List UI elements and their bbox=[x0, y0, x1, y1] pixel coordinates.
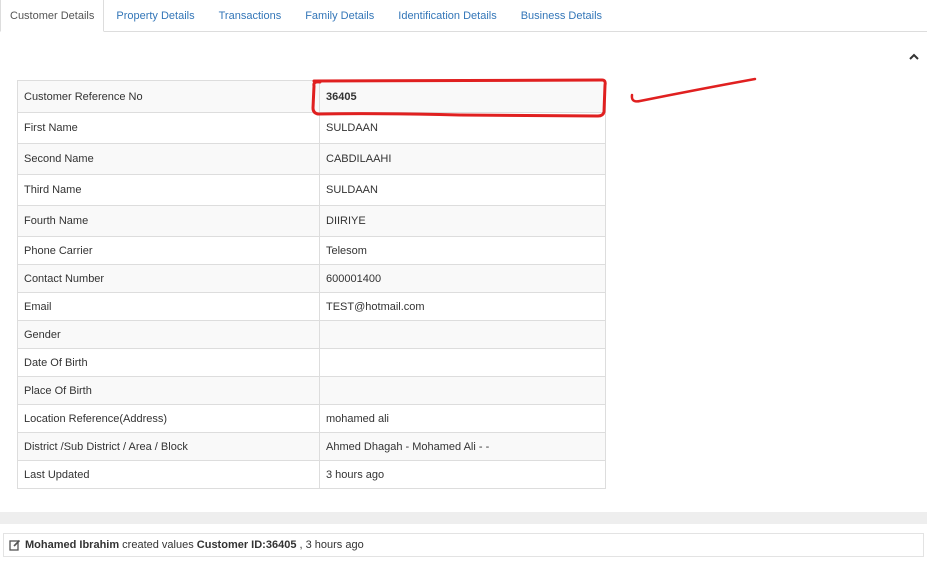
tab-business-details[interactable]: Business Details bbox=[509, 0, 614, 32]
table-row: Third Name SULDAAN bbox=[17, 174, 606, 206]
annotation-check-mark bbox=[630, 77, 757, 103]
tab-bar: Customer Details Property Details Transa… bbox=[0, 0, 927, 32]
table-row: Place Of Birth bbox=[17, 376, 606, 405]
field-label: District /Sub District / Area / Block bbox=[17, 432, 320, 461]
log-target: Customer ID:36405 bbox=[196, 539, 297, 551]
field-value: Telesom bbox=[319, 236, 606, 265]
edit-icon bbox=[9, 539, 21, 551]
chevron-up-icon[interactable] bbox=[907, 50, 921, 64]
field-value: SULDAAN bbox=[319, 174, 606, 206]
table-row: Customer Reference No 36405 bbox=[17, 80, 606, 113]
field-value bbox=[319, 348, 606, 377]
field-label: Gender bbox=[17, 320, 320, 349]
field-label: Location Reference(Address) bbox=[17, 404, 320, 433]
field-label: First Name bbox=[17, 112, 320, 144]
log-action: created values bbox=[119, 539, 197, 551]
table-row: District /Sub District / Area / Block Ah… bbox=[17, 432, 606, 461]
field-label: Date Of Birth bbox=[17, 348, 320, 377]
log-user: Mohamed Ibrahim bbox=[25, 539, 120, 551]
table-row: Phone Carrier Telesom bbox=[17, 236, 606, 265]
table-row: Fourth Name DIIRIYE bbox=[17, 205, 606, 237]
field-label: Phone Carrier bbox=[17, 236, 320, 265]
field-label: Email bbox=[17, 292, 320, 321]
field-label: Last Updated bbox=[17, 460, 320, 489]
field-value: CABDILAAHI bbox=[319, 143, 606, 175]
customer-details-table: Customer Reference No 36405 First Name S… bbox=[17, 80, 606, 489]
field-value bbox=[319, 376, 606, 405]
field-label: Fourth Name bbox=[17, 205, 320, 237]
table-row: Email TEST@hotmail.com bbox=[17, 292, 606, 321]
log-time: , 3 hours ago bbox=[296, 539, 364, 551]
tab-family-details[interactable]: Family Details bbox=[293, 0, 386, 32]
tab-identification-details[interactable]: Identification Details bbox=[386, 0, 508, 32]
table-row: Location Reference(Address) mohamed ali bbox=[17, 404, 606, 433]
activity-log-entry: Mohamed Ibrahim created values Customer … bbox=[3, 533, 924, 557]
tab-customer-details[interactable]: Customer Details bbox=[0, 0, 105, 32]
customer-reference-value: 36405 bbox=[319, 80, 606, 113]
field-value: Ahmed Dhagah - Mohamed Ali - - bbox=[319, 432, 606, 461]
field-label: Place Of Birth bbox=[17, 376, 320, 405]
field-value: mohamed ali bbox=[319, 404, 606, 433]
table-row: Second Name CABDILAAHI bbox=[17, 143, 606, 175]
field-label: Customer Reference No bbox=[17, 80, 320, 113]
table-row: Date Of Birth bbox=[17, 348, 606, 377]
section-divider bbox=[0, 512, 927, 524]
tab-transactions[interactable]: Transactions bbox=[207, 0, 294, 32]
table-row: First Name SULDAAN bbox=[17, 112, 606, 144]
field-value: 600001400 bbox=[319, 264, 606, 293]
field-label: Contact Number bbox=[17, 264, 320, 293]
field-value bbox=[319, 320, 606, 349]
field-value: DIIRIYE bbox=[319, 205, 606, 237]
table-row: Gender bbox=[17, 320, 606, 349]
field-value: 3 hours ago bbox=[319, 460, 606, 489]
field-label: Second Name bbox=[17, 143, 320, 175]
tab-property-details[interactable]: Property Details bbox=[104, 0, 206, 32]
field-value: TEST@hotmail.com bbox=[319, 292, 606, 321]
field-label: Third Name bbox=[17, 174, 320, 206]
table-row: Last Updated 3 hours ago bbox=[17, 460, 606, 489]
table-row: Contact Number 600001400 bbox=[17, 264, 606, 293]
field-value: SULDAAN bbox=[319, 112, 606, 144]
